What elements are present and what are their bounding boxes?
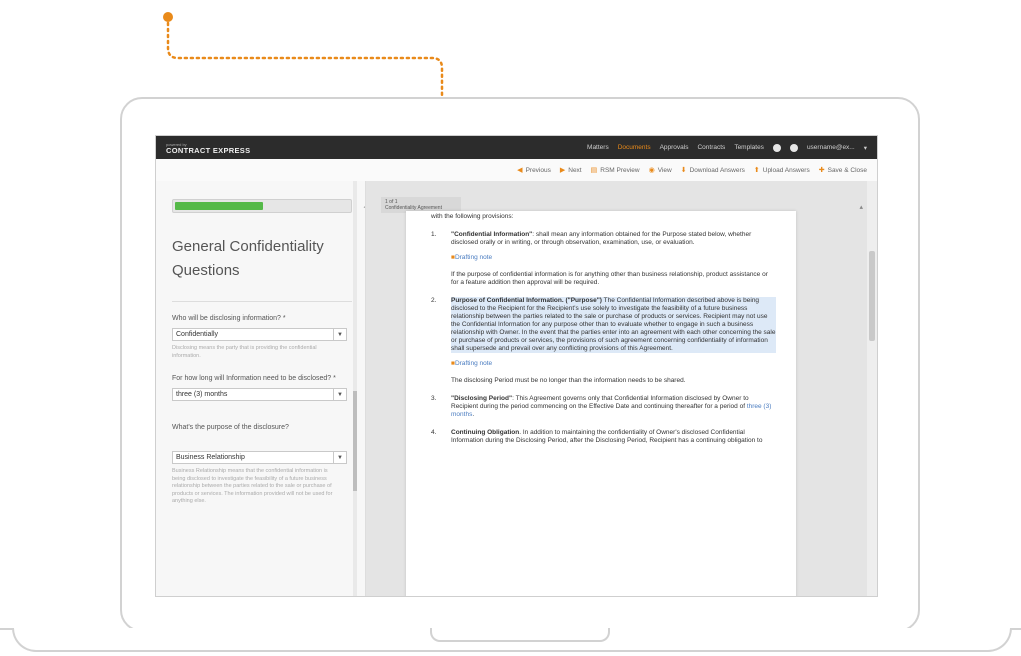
question-help: Business Relationship means that the con… <box>172 468 333 504</box>
nav-documents[interactable]: Documents <box>618 144 651 151</box>
scrollbar-thumb[interactable] <box>869 251 875 341</box>
document-intro: with the following provisions: <box>431 213 514 220</box>
user-avatar-icon[interactable] <box>789 143 798 152</box>
chevron-down-icon[interactable]: ▼ <box>333 389 346 400</box>
question-duration: For how long will Information need to be… <box>172 374 351 401</box>
purpose-select[interactable]: Business Relationship ▼ <box>172 451 347 464</box>
clause-text: "Disclosing Period": This Agreement gove… <box>451 395 772 418</box>
nav-contracts[interactable]: Contracts <box>697 144 725 151</box>
duration-select[interactable]: three (3) months ▼ <box>172 388 347 401</box>
upload-answers-button[interactable]: ⬆ Upload Answers <box>753 166 810 175</box>
top-navbar: powered by CONTRACT EXPRESS Matters Docu… <box>156 136 877 159</box>
main-nav: Matters Documents Approvals Contracts Te… <box>587 143 867 152</box>
download-icon: ⬇ <box>680 167 687 174</box>
nav-approvals[interactable]: Approvals <box>660 144 689 151</box>
questionnaire-panel: General Confidentiality Questions Who wi… <box>156 181 366 596</box>
nav-templates[interactable]: Templates <box>734 144 764 151</box>
progress-fill <box>175 202 263 210</box>
question-label: What's the purpose of the disclosure? <box>172 424 289 431</box>
document-scrollbar[interactable] <box>867 181 877 596</box>
help-icon[interactable] <box>772 143 781 152</box>
document-toolbar: ◀ Previous ▶ Next ▤ RSM Preview ◉ View ⬇… <box>156 159 877 181</box>
clause-term: . ("Purpose") <box>561 297 602 304</box>
save-icon: ✚ <box>818 167 825 174</box>
select-value: Business Relationship <box>176 454 245 461</box>
clause-3: 3. "Disclosing Period": This Agreement g… <box>431 395 776 419</box>
clause-heading: Continuing Obligation <box>451 429 520 436</box>
clause-1: 1. "Confidential Information": shall mea… <box>431 231 776 247</box>
clause-4: 4. Continuing Obligation. In addition to… <box>431 429 776 445</box>
save-close-button[interactable]: ✚ Save & Close <box>818 166 867 175</box>
previous-button[interactable]: ◀ Previous <box>517 166 551 175</box>
drafting-note-text: The disclosing Period must be no longer … <box>451 377 686 384</box>
next-icon: ▶ <box>559 167 566 174</box>
select-value: Confidentially <box>176 331 219 338</box>
clause-heading: "Disclosing Period" <box>451 395 513 402</box>
download-label: Download Answers <box>689 166 745 174</box>
preview-icon: ▤ <box>590 167 598 174</box>
chevron-down-icon[interactable]: ▾ <box>864 144 867 152</box>
clause-body: The Confidential Information described a… <box>451 297 776 352</box>
chevron-down-icon[interactable]: ▼ <box>333 329 346 340</box>
question-purpose: What's the purpose of the disclosure? Bu… <box>172 423 351 506</box>
nav-matters[interactable]: Matters <box>587 144 609 151</box>
previous-label: Previous <box>525 166 551 174</box>
clause-heading: Purpose of Confidential Information <box>451 297 562 304</box>
clause-2: 2. Purpose of Confidential Information. … <box>431 297 776 353</box>
scroll-up-icon[interactable]: ▴ <box>859 203 863 211</box>
document-page: with the following provisions: 1. "Confi… <box>406 211 796 596</box>
clause-text: "Confidential Information": shall mean a… <box>451 231 776 247</box>
brand-logo[interactable]: powered by CONTRACT EXPRESS <box>166 142 250 154</box>
app-screen: powered by CONTRACT EXPRESS Matters Docu… <box>155 135 878 597</box>
clause-number: 2. <box>431 297 437 304</box>
upload-label: Upload Answers <box>762 166 810 174</box>
brand-name: CONTRACT EXPRESS <box>166 145 251 155</box>
clause-text: Purpose of Confidential Information. ("P… <box>451 297 776 353</box>
clause-number: 4. <box>431 429 437 436</box>
drafting-note-label: Drafting note <box>454 360 493 367</box>
drafting-note-link[interactable]: ■Drafting note <box>431 360 776 368</box>
drafting-note-text: If the purpose of confidential informati… <box>451 271 768 286</box>
clause-heading: "Confidential Information" <box>451 231 533 238</box>
preview-label: RSM Preview <box>600 166 640 174</box>
user-menu[interactable]: username@ex... <box>807 144 855 151</box>
select-value: three (3) months <box>176 391 228 398</box>
question-help: Disclosing means the party that is provi… <box>172 345 317 359</box>
scrollbar-thumb[interactable] <box>353 391 357 491</box>
clause-number: 1. <box>431 231 437 238</box>
upload-icon: ⬆ <box>753 167 760 174</box>
next-button[interactable]: ▶ Next <box>559 166 582 175</box>
progress-bar <box>172 199 352 213</box>
question-label: Who will be disclosing information? * <box>172 315 286 322</box>
workspace: General Confidentiality Questions Who wi… <box>156 181 877 596</box>
next-label: Next <box>568 166 582 174</box>
section-title: General Confidentiality Questions <box>172 238 324 279</box>
laptop-notch <box>430 628 610 642</box>
panel-scrollbar[interactable] <box>353 181 357 596</box>
drafting-note-label: Drafting note <box>454 254 493 261</box>
drafting-note-link[interactable]: ■Drafting note <box>431 254 776 262</box>
clause-number: 3. <box>431 395 437 402</box>
clause-text: Continuing Obligation. In addition to ma… <box>451 429 776 445</box>
question-discloser: Who will be disclosing information? * Co… <box>172 314 351 360</box>
question-label: For how long will Information need to be… <box>172 375 336 382</box>
preview-button[interactable]: ▤ RSM Preview <box>590 166 640 175</box>
section-divider <box>172 301 352 302</box>
save-label: Save & Close <box>827 166 867 174</box>
view-icon: ◉ <box>648 167 655 174</box>
discloser-select[interactable]: Confidentially ▼ <box>172 328 347 341</box>
view-button[interactable]: ◉ View <box>648 166 672 175</box>
previous-icon: ◀ <box>517 167 523 174</box>
chevron-down-icon[interactable]: ▼ <box>333 452 346 463</box>
view-label: View <box>657 166 672 174</box>
download-answers-button[interactable]: ⬇ Download Answers <box>680 166 745 175</box>
document-preview: 1 of 1 Confidentiality Agreement with th… <box>366 181 877 596</box>
